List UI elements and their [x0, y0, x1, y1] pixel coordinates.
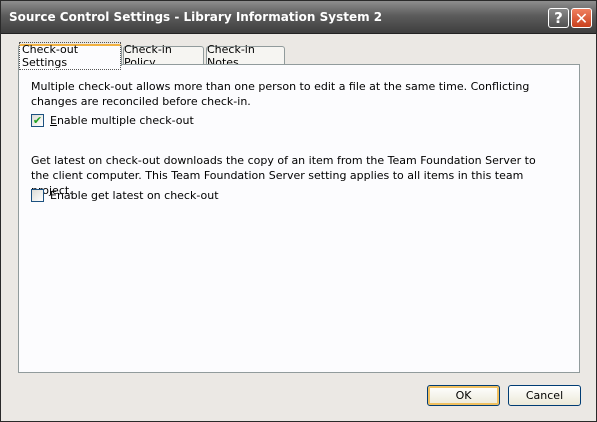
cancel-button[interactable]: Cancel: [508, 385, 581, 406]
tab-panel-check-out-settings: Multiple check-out allows more than one …: [18, 64, 580, 373]
enable-get-latest-checkbox[interactable]: [31, 188, 44, 202]
help-button[interactable]: ?: [548, 8, 569, 28]
ok-button[interactable]: OK: [427, 385, 500, 406]
close-button[interactable]: ✕: [571, 8, 592, 28]
tab-check-in-policy[interactable]: Check-in Policy: [123, 43, 204, 69]
help-icon: ?: [554, 9, 563, 27]
enable-multiple-checkout-checkbox[interactable]: ✔: [31, 113, 44, 127]
close-icon: ✕: [574, 8, 589, 28]
enable-multiple-checkout-option[interactable]: ✔ Enable multiple check-out: [31, 113, 194, 127]
title-bar[interactable]: Source Control Settings - Library Inform…: [1, 1, 596, 34]
window-title: Source Control Settings - Library Inform…: [9, 10, 383, 24]
enable-get-latest-label: Enable get latest on check-out: [50, 188, 219, 202]
multiple-checkout-description: Multiple check-out allows more than one …: [31, 80, 530, 108]
enable-get-latest-option[interactable]: Enable get latest on check-out: [31, 188, 219, 202]
enable-multiple-checkout-label: Enable multiple check-out: [50, 113, 194, 127]
dialog-window: Source Control Settings - Library Inform…: [0, 0, 597, 422]
checkmark-icon: ✔: [32, 113, 43, 127]
dialog-client-area: Check-out Settings Check-in Policy Check…: [1, 34, 596, 421]
tab-check-out-settings[interactable]: Check-out Settings: [18, 42, 122, 70]
tab-label: Check-out Settings: [19, 42, 121, 70]
tab-check-in-notes[interactable]: Check-in Notes: [206, 43, 285, 69]
